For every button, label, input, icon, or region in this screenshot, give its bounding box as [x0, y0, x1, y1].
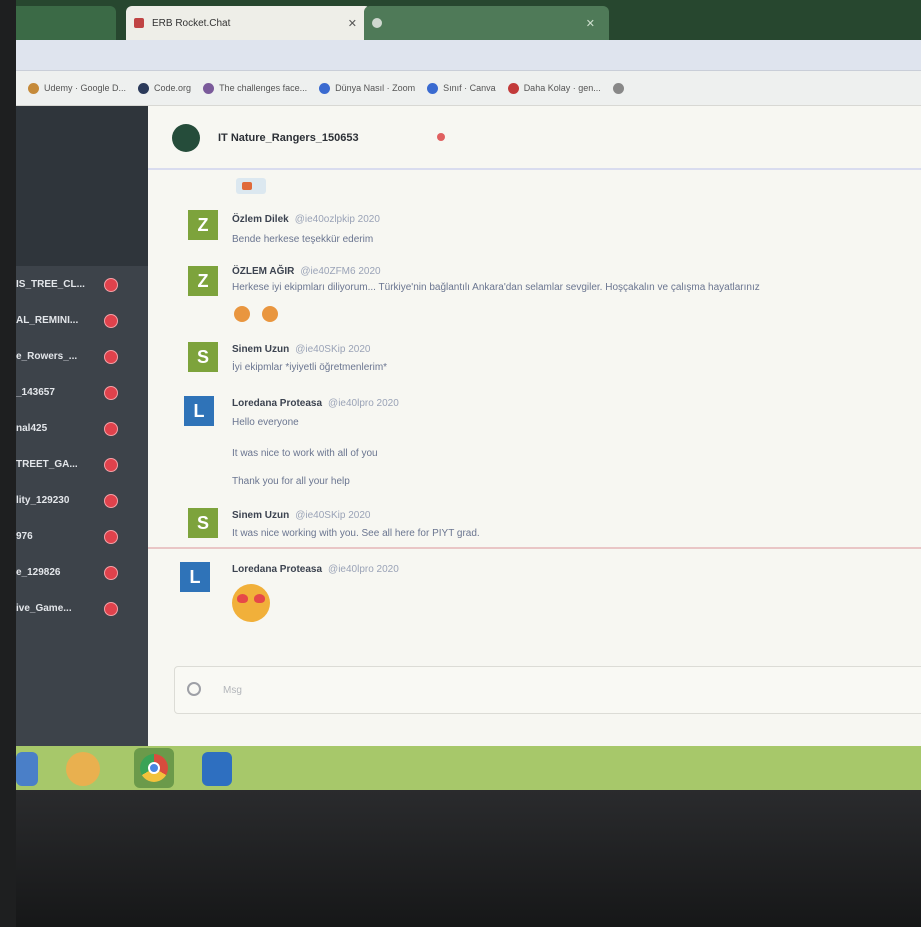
bookmark-icon — [203, 82, 215, 94]
sidebar-room-item[interactable]: AL_REMINI... — [16, 312, 148, 332]
message-author[interactable]: Loredana Proteasa @ie40lpro 2020 — [232, 564, 399, 575]
favorite-star-icon[interactable] — [437, 133, 445, 141]
bookmark-item[interactable]: Daha Kolay · gen... — [507, 82, 601, 94]
os-taskbar — [16, 746, 921, 790]
message-text: It was nice to work with all of you — [232, 448, 378, 459]
monitor-bezel — [0, 790, 921, 927]
avatar[interactable]: Z — [188, 266, 218, 296]
message-text: Thank you for all your help — [232, 476, 350, 487]
media-player-icon[interactable] — [66, 752, 100, 786]
bookmark-icon — [28, 82, 39, 94]
bookmark-item[interactable]: Sınıf · Canva — [427, 82, 496, 94]
bookmark-item[interactable]: Code.org — [138, 82, 191, 94]
message-author[interactable]: ÖZLEM AĞIR @ie40ZFM6 2020 — [232, 266, 381, 277]
avatar[interactable]: S — [188, 342, 218, 372]
message-author[interactable]: Özlem Dilek @ie40ozlpkip 2020 — [232, 214, 380, 225]
unread-badge — [104, 566, 118, 580]
message-author[interactable]: Sinem Uzun @ie40SKip 2020 — [232, 510, 370, 521]
room-avatar — [172, 124, 200, 152]
unread-badge — [104, 422, 118, 436]
rocket-chat-favicon-icon — [134, 18, 144, 28]
bookmark-item[interactable] — [612, 82, 629, 94]
address-bar[interactable] — [16, 40, 921, 71]
bookmark-item[interactable]: Dünya Nasıl · Zoom — [319, 82, 415, 94]
monitor-bezel-left — [0, 0, 16, 927]
sidebar-room-item[interactable]: lity_129230 — [16, 492, 148, 512]
sidebar-room-item[interactable]: e_129826 — [16, 564, 148, 584]
unread-badge — [104, 602, 118, 616]
message-text: It was nice working with you. See all he… — [232, 528, 480, 539]
unread-badge — [104, 458, 118, 472]
sidebar-header — [16, 106, 148, 266]
unread-badge — [104, 314, 118, 328]
bookmark-icon — [138, 82, 150, 94]
emoji-icon — [234, 306, 250, 322]
browser-window: ERB Rocket.Chat ✕ ✕ Udemy · Google D... … — [16, 0, 921, 790]
room-header: IT Nature_Rangers_150653 — [148, 106, 921, 170]
heart-eyes-emoji-icon — [232, 584, 270, 622]
sidebar-room-item[interactable]: ive_Game... — [16, 600, 148, 620]
tab-next[interactable]: ✕ — [364, 6, 609, 40]
message-author[interactable]: Sinem Uzun @ie40SKip 2020 — [232, 344, 370, 355]
chrome-icon — [140, 754, 168, 782]
file-explorer-icon[interactable] — [16, 752, 38, 786]
chrome-taskbar-button[interactable] — [134, 748, 174, 788]
chat-panel: IT Nature_Rangers_150653 Z Özlem Dilek @i… — [148, 106, 921, 746]
avatar[interactable]: L — [180, 562, 210, 592]
message-text: İyi ekipmlar *iyiyetli öğretmenlerim* — [232, 362, 388, 373]
unread-badge — [104, 494, 118, 508]
message-handle: @ie40SKip 2020 — [295, 344, 371, 355]
message-text: Bende herkese teşekkür ederim — [232, 234, 374, 245]
avatar[interactable]: L — [184, 396, 214, 426]
unread-badge — [104, 386, 118, 400]
message-handle: @ie40lpro 2020 — [328, 564, 399, 575]
avatar[interactable]: S — [188, 508, 218, 538]
unread-divider — [148, 547, 921, 549]
word-icon[interactable] — [202, 752, 232, 786]
photo-of-monitor: ERB Rocket.Chat ✕ ✕ Udemy · Google D... … — [0, 0, 921, 927]
unread-badge — [104, 350, 118, 364]
bookmark-item[interactable]: Udemy · Google D... — [28, 82, 126, 94]
bookmark-icon — [507, 82, 519, 94]
message-handle: @ie40ZFM6 2020 — [300, 266, 381, 277]
close-tab-icon[interactable]: ✕ — [348, 17, 357, 30]
tab-previous[interactable] — [16, 6, 116, 40]
bookmark-icon — [319, 82, 331, 94]
sidebar-room-item[interactable]: IS_TREE_CL... — [16, 276, 148, 296]
sidebar-room-item[interactable]: e_Rowers_... — [16, 348, 148, 368]
message-input[interactable] — [221, 679, 921, 701]
bookmark-icon — [427, 82, 439, 94]
message-handle: @ie40SKip 2020 — [295, 510, 371, 521]
tab-bar: ERB Rocket.Chat ✕ ✕ — [16, 0, 921, 40]
tab-rocket-chat[interactable]: ERB Rocket.Chat ✕ — [126, 6, 371, 40]
message-handle: @ie40lpro 2020 — [328, 398, 399, 409]
message-text: Hello everyone — [232, 417, 299, 428]
emoji-picker-icon[interactable] — [187, 682, 201, 696]
reaction-icon[interactable] — [236, 178, 266, 194]
message-handle: @ie40ozlpkip 2020 — [294, 214, 380, 225]
message-composer[interactable] — [174, 666, 921, 714]
message-text: Herkese iyi ekipmları diliyorum... Türki… — [232, 282, 760, 293]
emoji-icon — [262, 306, 278, 322]
sidebar-room-item[interactable]: _143657 — [16, 384, 148, 404]
bookmark-item[interactable]: The challenges face... — [203, 82, 307, 94]
globe-favicon-icon — [372, 18, 382, 28]
unread-badge — [104, 530, 118, 544]
tab-label: ERB Rocket.Chat — [152, 17, 231, 29]
close-tab-icon[interactable]: ✕ — [586, 17, 595, 30]
bookmarks-bar: Udemy · Google D... Code.org The challen… — [16, 71, 921, 106]
rooms-sidebar: IS_TREE_CL... AL_REMINI... e_Rowers_... … — [16, 106, 148, 746]
room-title: IT Nature_Rangers_150653 — [218, 132, 359, 144]
message-author[interactable]: Loredana Proteasa @ie40lpro 2020 — [232, 398, 399, 409]
sidebar-room-item[interactable]: 976 — [16, 528, 148, 548]
unread-badge — [104, 278, 118, 292]
bookmark-icon — [612, 82, 624, 94]
sidebar-room-item[interactable]: TREET_GA... — [16, 456, 148, 476]
sidebar-room-item[interactable]: nal425 — [16, 420, 148, 440]
avatar[interactable]: Z — [188, 210, 218, 240]
